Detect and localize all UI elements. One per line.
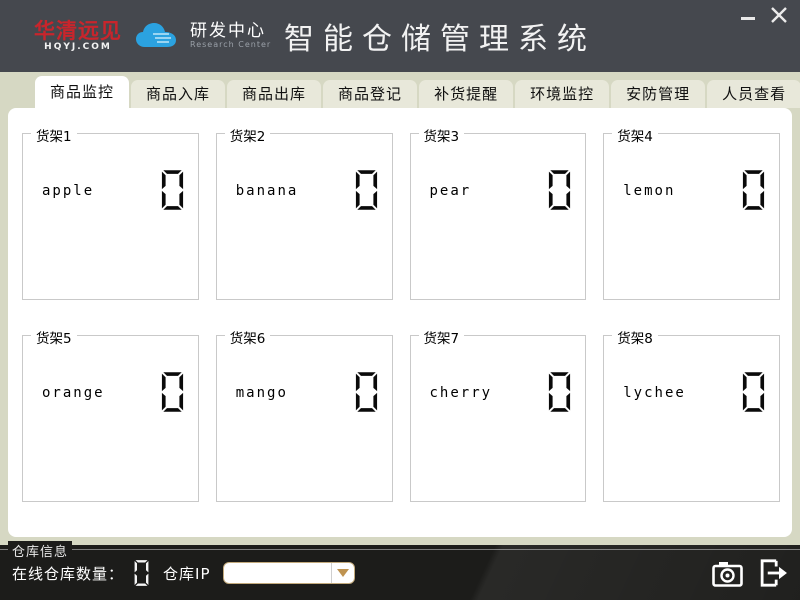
shelf-title: 货架7 <box>419 327 465 347</box>
shelf-card: 货架1 apple <box>22 133 199 300</box>
shelf-grid: 货架1 apple 货架2 banana 货架3 pear 货架4 lemon … <box>22 133 780 502</box>
dropdown-arrow-icon <box>337 569 349 577</box>
product-name: banana <box>236 183 299 199</box>
product-name: apple <box>42 183 94 199</box>
tab-bar: 商品监控 商品入库 商品出库 商品登记 补货提醒 环境监控 安防管理 人员查看 <box>0 72 800 108</box>
tab-product-register[interactable]: 商品登记 <box>323 80 417 108</box>
groupbox-border: 仓库信息 <box>0 549 800 550</box>
shelf-card: 货架7 cherry <box>410 335 587 502</box>
product-name: lychee <box>623 385 686 401</box>
footer-bar: 仓库信息 在线仓库数量： 仓库IP <box>0 545 800 600</box>
count-display <box>548 168 571 212</box>
shelf-card: 货架5 orange <box>22 335 199 502</box>
cloud-icon <box>135 21 177 51</box>
tab-environment-monitor[interactable]: 环境监控 <box>515 80 609 108</box>
shelf-card: 货架3 pear <box>410 133 587 300</box>
count-display <box>161 168 184 212</box>
product-name: cherry <box>430 385 493 401</box>
tab-product-outbound[interactable]: 商品出库 <box>227 80 321 108</box>
dept-text-block: 研发中心 Research Center <box>190 22 271 49</box>
product-name: lemon <box>623 183 675 199</box>
brand-logo: 华清远见 HQYJ.COM 研发中心 Research Center <box>34 20 271 52</box>
logo-text: 华清远见 <box>34 20 122 42</box>
warehouse-info-row: 在线仓库数量： 仓库IP <box>12 558 355 588</box>
dept-title: 研发中心 <box>190 22 271 41</box>
dept-subtitle: Research Center <box>190 41 271 50</box>
dropdown-button[interactable] <box>331 563 354 583</box>
exit-button[interactable] <box>755 558 788 588</box>
window-title: 智能仓储管理系统 <box>284 14 596 58</box>
logo-text-block: 华清远见 HQYJ.COM <box>34 20 122 52</box>
shelf-card: 货架8 lychee <box>603 335 780 502</box>
logo-subtext: HQYJ.COM <box>34 42 122 52</box>
count-display <box>355 370 378 414</box>
shelf-title: 货架2 <box>225 125 271 145</box>
count-display <box>742 370 765 414</box>
close-button[interactable] <box>766 2 792 28</box>
online-count-label: 在线仓库数量： <box>12 563 124 584</box>
warehouse-ip-select[interactable] <box>223 562 355 584</box>
shelf-card: 货架6 mango <box>216 335 393 502</box>
minimize-button[interactable] <box>738 6 758 26</box>
product-name: orange <box>42 385 105 401</box>
shelf-title: 货架6 <box>225 327 271 347</box>
count-display <box>742 168 765 212</box>
shelf-title: 货架3 <box>419 125 465 145</box>
shelf-title: 货架8 <box>612 327 658 347</box>
shelf-card: 货架2 banana <box>216 133 393 300</box>
count-display <box>548 370 571 414</box>
online-count-display <box>134 559 149 587</box>
tab-security-manage[interactable]: 安防管理 <box>611 80 705 108</box>
content-area: 货架1 apple 货架2 banana 货架3 pear 货架4 lemon … <box>0 108 800 545</box>
title-bar: 华清远见 HQYJ.COM 研发中心 Research Center 智能仓储管… <box>0 0 800 72</box>
tab-personnel-view[interactable]: 人员查看 <box>707 80 800 108</box>
exit-icon <box>755 558 788 588</box>
tab-product-inbound[interactable]: 商品入库 <box>131 80 225 108</box>
footer-actions <box>712 558 788 588</box>
product-name: pear <box>430 183 472 199</box>
count-display <box>161 370 184 414</box>
warehouse-ip-label: 仓库IP <box>163 563 210 584</box>
warehouse-ip-value <box>224 563 331 583</box>
shelf-title: 货架1 <box>31 125 77 145</box>
product-name: mango <box>236 385 288 401</box>
minimize-icon <box>741 17 755 20</box>
camera-button[interactable] <box>712 560 743 587</box>
shelf-title: 货架5 <box>31 327 77 347</box>
tab-restock-alert[interactable]: 补货提醒 <box>419 80 513 108</box>
count-display <box>355 168 378 212</box>
shelf-panel: 货架1 apple 货架2 banana 货架3 pear 货架4 lemon … <box>8 108 792 537</box>
camera-icon <box>712 560 743 587</box>
tab-product-monitor[interactable]: 商品监控 <box>35 76 129 108</box>
close-icon <box>767 3 791 27</box>
shelf-card: 货架4 lemon <box>603 133 780 300</box>
shelf-title: 货架4 <box>612 125 658 145</box>
